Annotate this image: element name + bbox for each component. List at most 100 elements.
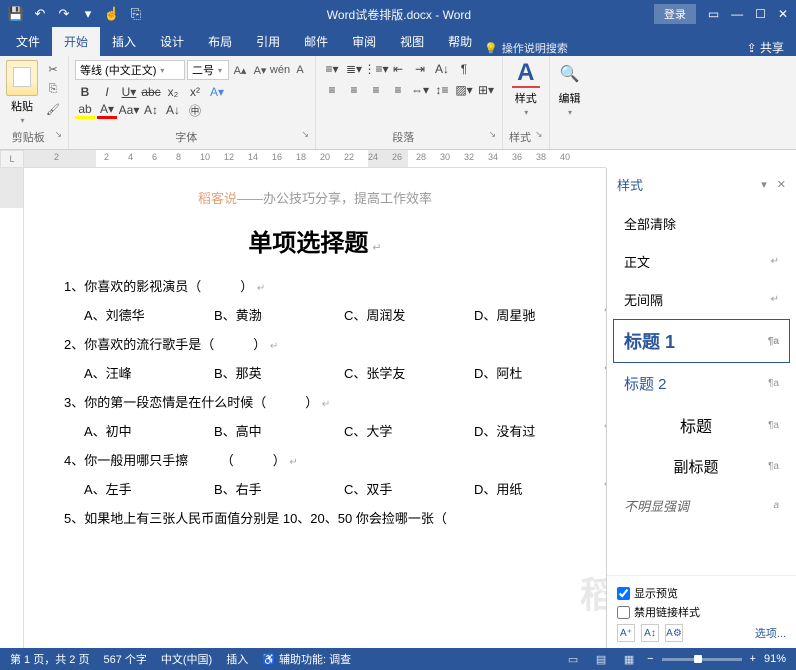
disable-linked-checkbox[interactable]: 禁用链接样式 bbox=[617, 604, 786, 620]
login-button[interactable]: 登录 bbox=[654, 4, 696, 24]
cut-icon[interactable]: ✂ bbox=[44, 60, 62, 78]
ruler-corner[interactable]: L bbox=[0, 150, 24, 168]
borders-icon[interactable]: ⊞▾ bbox=[476, 81, 496, 99]
tab-layout[interactable]: 布局 bbox=[196, 27, 244, 56]
style-title[interactable]: 标题¶a bbox=[613, 404, 790, 446]
task-pane-options-icon[interactable]: ▾ bbox=[761, 178, 767, 191]
qat-more-icon[interactable]: ▾ bbox=[80, 6, 96, 22]
dialog-launcher-icon[interactable]: ↘ bbox=[301, 129, 309, 140]
style-heading-1[interactable]: 标题 1¶a bbox=[613, 319, 790, 363]
char-border-icon[interactable]: A bbox=[291, 61, 309, 79]
bullets-icon[interactable]: ≡▾ bbox=[322, 60, 342, 78]
zoom-out-icon[interactable]: − bbox=[647, 653, 653, 665]
page-indicator[interactable]: 第 1 页，共 2 页 bbox=[10, 651, 89, 667]
watermark: 稻 bbox=[580, 566, 606, 618]
sort-icon[interactable]: A↓ bbox=[432, 60, 452, 78]
tab-insert[interactable]: 插入 bbox=[100, 27, 148, 56]
touch-mode-icon[interactable]: ☝ bbox=[104, 6, 120, 22]
paste-button[interactable]: 粘贴 ▾ bbox=[6, 60, 38, 125]
language-indicator[interactable]: 中文(中国) bbox=[161, 651, 212, 667]
font-name-combo[interactable]: 等线 (中文正文)▾ bbox=[75, 60, 185, 80]
font-color-button[interactable]: A▾ bbox=[97, 101, 117, 119]
tab-design[interactable]: 设计 bbox=[148, 27, 196, 56]
zoom-in-icon[interactable]: + bbox=[750, 653, 756, 665]
editing-button[interactable]: 🔍 编辑 ▾ bbox=[556, 60, 584, 117]
increase-indent-icon[interactable]: ⇥ bbox=[410, 60, 430, 78]
circle-char-icon[interactable]: ㊥ bbox=[185, 101, 205, 119]
font-size-combo[interactable]: 二号▾ bbox=[187, 60, 229, 80]
dialog-launcher-icon[interactable]: ↘ bbox=[54, 129, 62, 140]
clear-format-icon[interactable]: A↓ bbox=[163, 101, 183, 119]
shrink-font-icon[interactable]: A▾ bbox=[251, 61, 269, 79]
justify-icon[interactable]: ≡ bbox=[388, 81, 408, 99]
tab-mail[interactable]: 邮件 bbox=[292, 27, 340, 56]
align-center-icon[interactable]: ≡ bbox=[344, 81, 364, 99]
subscript-button[interactable]: x₂ bbox=[163, 83, 183, 101]
enclose-char-icon[interactable]: A↕ bbox=[141, 101, 161, 119]
tab-home[interactable]: 开始 bbox=[52, 27, 100, 56]
numbering-icon[interactable]: ≣▾ bbox=[344, 60, 364, 78]
share-button[interactable]: ⇪ 共享 bbox=[747, 39, 784, 56]
align-right-icon[interactable]: ≡ bbox=[366, 81, 386, 99]
strike-button[interactable]: abc bbox=[141, 83, 161, 101]
ribbon-display-icon[interactable]: ▭ bbox=[708, 7, 719, 21]
manage-styles-icon[interactable]: A⚙ bbox=[665, 624, 683, 642]
style-heading-2[interactable]: 标题 2¶a bbox=[613, 364, 790, 403]
accessibility-checker[interactable]: ♿ 辅助功能: 调查 bbox=[262, 651, 351, 667]
styles-button[interactable]: A 样式 ▾ bbox=[509, 60, 543, 117]
superscript-button[interactable]: x² bbox=[185, 83, 205, 101]
format-painter-icon[interactable]: 🖌 bbox=[44, 100, 62, 118]
multilevel-icon[interactable]: ⋮≡▾ bbox=[366, 60, 386, 78]
qat-custom-icon[interactable]: ⎘ bbox=[128, 6, 144, 22]
style-subtle-emphasis[interactable]: 不明显强调a bbox=[613, 487, 790, 524]
web-layout-icon[interactable]: ▦ bbox=[619, 651, 639, 667]
style-clear-all[interactable]: 全部清除 bbox=[613, 205, 790, 242]
bold-button[interactable]: B bbox=[75, 83, 95, 101]
style-inspector-icon[interactable]: A↕ bbox=[641, 624, 659, 642]
dialog-launcher-icon[interactable]: ↘ bbox=[535, 129, 543, 140]
italic-button[interactable]: I bbox=[97, 83, 117, 101]
tab-file[interactable]: 文件 bbox=[4, 27, 52, 56]
grow-font-icon[interactable]: A▴ bbox=[231, 61, 249, 79]
style-subtitle[interactable]: 副标题¶a bbox=[613, 447, 790, 486]
tab-references[interactable]: 引用 bbox=[244, 27, 292, 56]
document-area[interactable]: 稻客说——办公技巧分享，提高工作效率 单项选择题 1、你喜欢的影视演员（ ） ↵… bbox=[24, 168, 606, 648]
show-marks-icon[interactable]: ¶ bbox=[454, 60, 474, 78]
close-icon[interactable]: ✕ bbox=[778, 7, 788, 21]
decrease-indent-icon[interactable]: ⇤ bbox=[388, 60, 408, 78]
align-left-icon[interactable]: ≡ bbox=[322, 81, 342, 99]
line-spacing-icon[interactable]: ↕≡ bbox=[432, 81, 452, 99]
highlight-button[interactable]: ab bbox=[75, 101, 95, 119]
print-layout-icon[interactable]: ▤ bbox=[591, 651, 611, 667]
tab-help[interactable]: 帮助 bbox=[436, 27, 484, 56]
style-normal[interactable]: 正文↵ bbox=[613, 243, 790, 280]
redo-icon[interactable]: ↷ bbox=[56, 6, 72, 22]
zoom-slider[interactable] bbox=[662, 658, 742, 661]
close-pane-icon[interactable]: ✕ bbox=[777, 178, 786, 191]
tell-me-search[interactable]: 💡 操作说明搜索 bbox=[484, 40, 568, 56]
insert-mode[interactable]: 插入 bbox=[226, 651, 248, 667]
tab-view[interactable]: 视图 bbox=[388, 27, 436, 56]
dialog-launcher-icon[interactable]: ↘ bbox=[488, 129, 496, 140]
shading-icon[interactable]: ▨▾ bbox=[454, 81, 474, 99]
underline-button[interactable]: U▾ bbox=[119, 83, 139, 101]
read-mode-icon[interactable]: ▭ bbox=[563, 651, 583, 667]
tab-review[interactable]: 审阅 bbox=[340, 27, 388, 56]
maximize-icon[interactable]: ☐ bbox=[755, 7, 766, 21]
new-style-icon[interactable]: A⁺ bbox=[617, 624, 635, 642]
save-icon[interactable]: 💾 bbox=[8, 6, 24, 22]
copy-icon[interactable]: ⎘ bbox=[44, 80, 62, 98]
char-shading-icon[interactable]: Aa▾ bbox=[119, 101, 139, 119]
zoom-level[interactable]: 91% bbox=[764, 653, 786, 665]
undo-icon[interactable]: ↶ bbox=[32, 6, 48, 22]
word-count[interactable]: 567 个字 bbox=[103, 651, 146, 667]
horizontal-ruler[interactable]: 2 2 4 6 8 10 12 14 16 18 20 22 24 26 28 … bbox=[24, 150, 606, 168]
minimize-icon[interactable]: — bbox=[731, 7, 743, 21]
distribute-icon[interactable]: ⇔▾ bbox=[410, 81, 430, 99]
vertical-ruler[interactable] bbox=[0, 168, 24, 648]
style-no-spacing[interactable]: 无间隔↵ bbox=[613, 281, 790, 318]
show-preview-checkbox[interactable]: 显示预览 bbox=[617, 585, 786, 601]
styles-options-link[interactable]: 选项... bbox=[755, 625, 786, 641]
phonetic-guide-icon[interactable]: wén bbox=[271, 61, 289, 79]
text-effects-icon[interactable]: A▾ bbox=[207, 83, 227, 101]
